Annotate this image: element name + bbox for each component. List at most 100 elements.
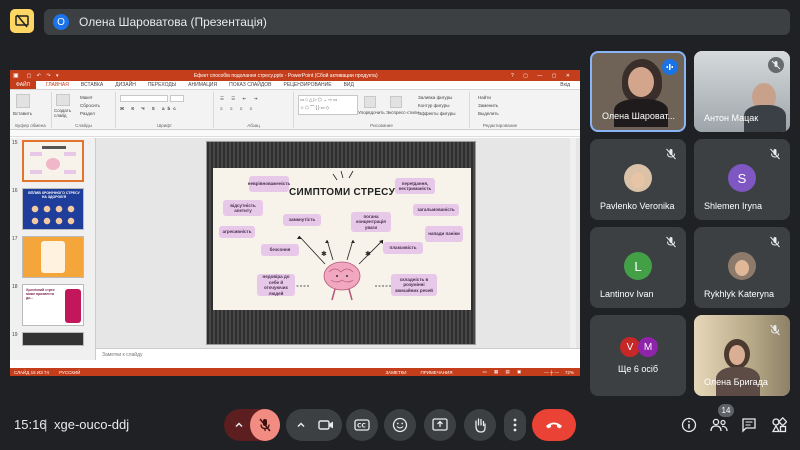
tab-file[interactable]: ФАЙЛ	[10, 81, 36, 89]
tab-design[interactable]: ДИЗАЙН	[115, 82, 136, 88]
language-indicator: РУССКИЙ	[59, 369, 81, 375]
participant-tile[interactable]: L Lantinov Ivan	[590, 227, 686, 308]
section-button[interactable]: Раздел	[80, 111, 95, 116]
arrange-icon[interactable]	[364, 96, 376, 108]
leave-call-button[interactable]	[532, 409, 576, 441]
present-screen-button[interactable]	[424, 409, 456, 441]
slide-thumbnail[interactable]	[22, 236, 84, 278]
reactions-button[interactable]	[384, 409, 416, 441]
shape-outline-button[interactable]: Контур фигуры	[418, 103, 449, 108]
view-icons[interactable]: ▭ ▦ ▤ ▣	[483, 369, 525, 375]
font-size-select[interactable]	[170, 95, 184, 102]
presentation-banner[interactable]: О Олена Шароватова (Презентація)	[44, 9, 790, 35]
more-participants-tile[interactable]: V M Ще 6 осіб	[590, 315, 686, 396]
participant-tile[interactable]: Rykhlyk Kateryna	[694, 227, 790, 308]
quick-styles-label[interactable]: Экспресс-стили	[386, 110, 419, 115]
align-icons[interactable]: ≡ ≡ ≡ ≡	[220, 106, 255, 111]
svg-text:✱: ✱	[365, 250, 371, 258]
paragraph-group-label: Абзац	[247, 123, 260, 128]
participant-tile[interactable]: Pavlenko Veronika	[590, 139, 686, 220]
ribbon-tabs: ФАЙЛ ГЛАВНАЯ ВСТАВКА ДИЗАЙН ПЕРЕХОДЫ АНИ…	[10, 81, 580, 90]
current-slide[interactable]: ✱ ✱ СИМПТОМИ СТРЕСУ неврівноваженість ві…	[206, 141, 476, 345]
slide-editor[interactable]: ✱ ✱ СИМПТОМИ СТРЕСУ неврівноваженість ві…	[102, 138, 578, 360]
slide-thumbnail[interactable]: Хронічний стрес може призвести до...	[22, 284, 84, 326]
separator: |	[44, 417, 48, 432]
thumb-number: 19	[12, 332, 18, 338]
shared-screen[interactable]: ▣ ▢ ↶ ↷ ▾ Ефект способів подолання стрес…	[10, 70, 580, 376]
tab-insert[interactable]: ВСТАВКА	[81, 82, 103, 88]
ppt-workspace: 15 16 ВПЛИВ ХРОНІЧНОГО СТРЕСУ НА ЗДОРОВ'…	[10, 138, 580, 360]
find-button[interactable]: Найти	[478, 95, 491, 100]
chat-button[interactable]	[734, 410, 764, 440]
zoom-slider[interactable]: — ┼ —	[544, 370, 559, 375]
presenter-avatar: О	[53, 14, 69, 30]
meeting-details-button[interactable]	[674, 410, 704, 440]
participant-photo	[624, 164, 652, 192]
clock: 15:16	[14, 417, 47, 432]
slide-thumbnails-pane[interactable]: 15 16 ВПЛИВ ХРОНІЧНОГО СТРЕСУ НА ЗДОРОВ'…	[10, 138, 96, 360]
tab-review[interactable]: РЕЦЕНЗИРОВАНИЕ	[283, 82, 331, 88]
font-format-icons[interactable]: Ж К Ч S abc	[120, 106, 179, 111]
new-slide-icon[interactable]	[56, 94, 70, 106]
participant-avatar: S	[728, 164, 756, 192]
participant-tile[interactable]: Олена Бригада	[694, 315, 790, 396]
notes-button[interactable]: ЗАМЕТКИ	[385, 370, 406, 375]
notes-pane[interactable]: Заметки к слайду	[96, 348, 580, 360]
font-group-label: Шрифт	[157, 123, 172, 128]
participant-name: Олена Бригада	[704, 377, 768, 387]
font-name-select[interactable]	[120, 95, 168, 102]
create-slide-label[interactable]: Создать слайд	[54, 108, 76, 118]
tab-view[interactable]: ВИД	[344, 82, 354, 88]
select-button[interactable]: Выделить	[478, 111, 499, 116]
paste-label[interactable]: Вставить	[13, 111, 32, 116]
quick-access-icons[interactable]: ▢ ↶ ↷ ▾	[27, 73, 61, 79]
symptom-box: неврівноваженість	[248, 176, 290, 192]
window-controls-icon[interactable]: ? ▢ — ▢ ✕	[511, 73, 574, 79]
shapes-icons-2[interactable]: ☆⬡⌒{}▭◇	[300, 105, 330, 111]
participant-tile[interactable]: S Shlemen Iryna	[694, 139, 790, 220]
reset-button[interactable]: Сбросить	[80, 103, 100, 108]
font-group: Ж К Ч S abc Шрифт	[116, 92, 214, 128]
thumb-caption: Хронічний стрес може призвести до...	[26, 288, 55, 300]
shape-fill-button[interactable]: Заливка фигуры	[418, 95, 452, 100]
list-icons[interactable]: ☰ ☰ ⇤ ⇥	[220, 96, 260, 102]
mic-off-icon	[768, 57, 784, 73]
shape-effects-button[interactable]: Эффекты фигуры	[418, 111, 456, 116]
tab-home[interactable]: ГЛАВНАЯ	[46, 82, 69, 88]
mic-toggle-button[interactable]	[250, 409, 280, 441]
slide-thumbnail[interactable]	[22, 332, 84, 346]
clipboard-group: Вставить Буфер обмена	[10, 92, 52, 128]
paste-icon[interactable]	[16, 94, 30, 108]
emoji-icon	[392, 417, 408, 433]
sign-in-link[interactable]: Вхід	[560, 82, 570, 88]
captions-button[interactable]: CC	[346, 409, 378, 441]
participant-tile[interactable]: Антон Мацак	[694, 51, 790, 132]
slide-thumbnail-selected[interactable]	[22, 140, 84, 182]
more-options-button[interactable]	[504, 409, 526, 441]
participant-tile-presenter[interactable]: Олена Шароват...	[590, 51, 686, 132]
people-count-badge: 14	[718, 404, 734, 417]
layout-button[interactable]: Макет	[80, 95, 93, 100]
activities-button[interactable]	[764, 410, 794, 440]
top-bar: О Олена Шароватова (Презентація)	[0, 0, 800, 46]
slide-scrollbar[interactable]	[570, 138, 576, 348]
raise-hand-button[interactable]	[464, 409, 496, 441]
tab-transitions[interactable]: ПЕРЕХОДЫ	[148, 82, 176, 88]
arrange-label[interactable]: Упорядочить	[358, 110, 385, 115]
shapes-icons[interactable]: ▭○△▷⬠→⇨▭	[300, 97, 338, 103]
stop-presenting-icon[interactable]	[10, 9, 34, 33]
camera-toggle-button[interactable]	[310, 409, 342, 441]
slide-thumbnail[interactable]: ВПЛИВ ХРОНІЧНОГО СТРЕСУ НА ЗДОРОВ'Я	[22, 188, 84, 230]
tab-slideshow[interactable]: ПОКАЗ СЛАЙДОВ	[229, 82, 271, 88]
participant-avatar: M	[638, 337, 658, 357]
replace-button[interactable]: Заменить	[478, 103, 498, 108]
participant-avatar: V	[620, 337, 640, 357]
tab-animation[interactable]: АНИМАЦИЯ	[188, 82, 217, 88]
quick-styles-icon[interactable]	[390, 96, 402, 108]
drawing-group-label: Рисование	[370, 123, 393, 128]
more-participants-label: Ще 6 осіб	[617, 364, 659, 374]
mic-off-icon	[259, 418, 271, 432]
symptom-box: відсутність апетиту	[223, 200, 263, 216]
comments-button[interactable]: ПРИМЕЧАНИЯ	[421, 370, 453, 375]
meeting-code: xge-ouco-ddj	[54, 417, 130, 432]
